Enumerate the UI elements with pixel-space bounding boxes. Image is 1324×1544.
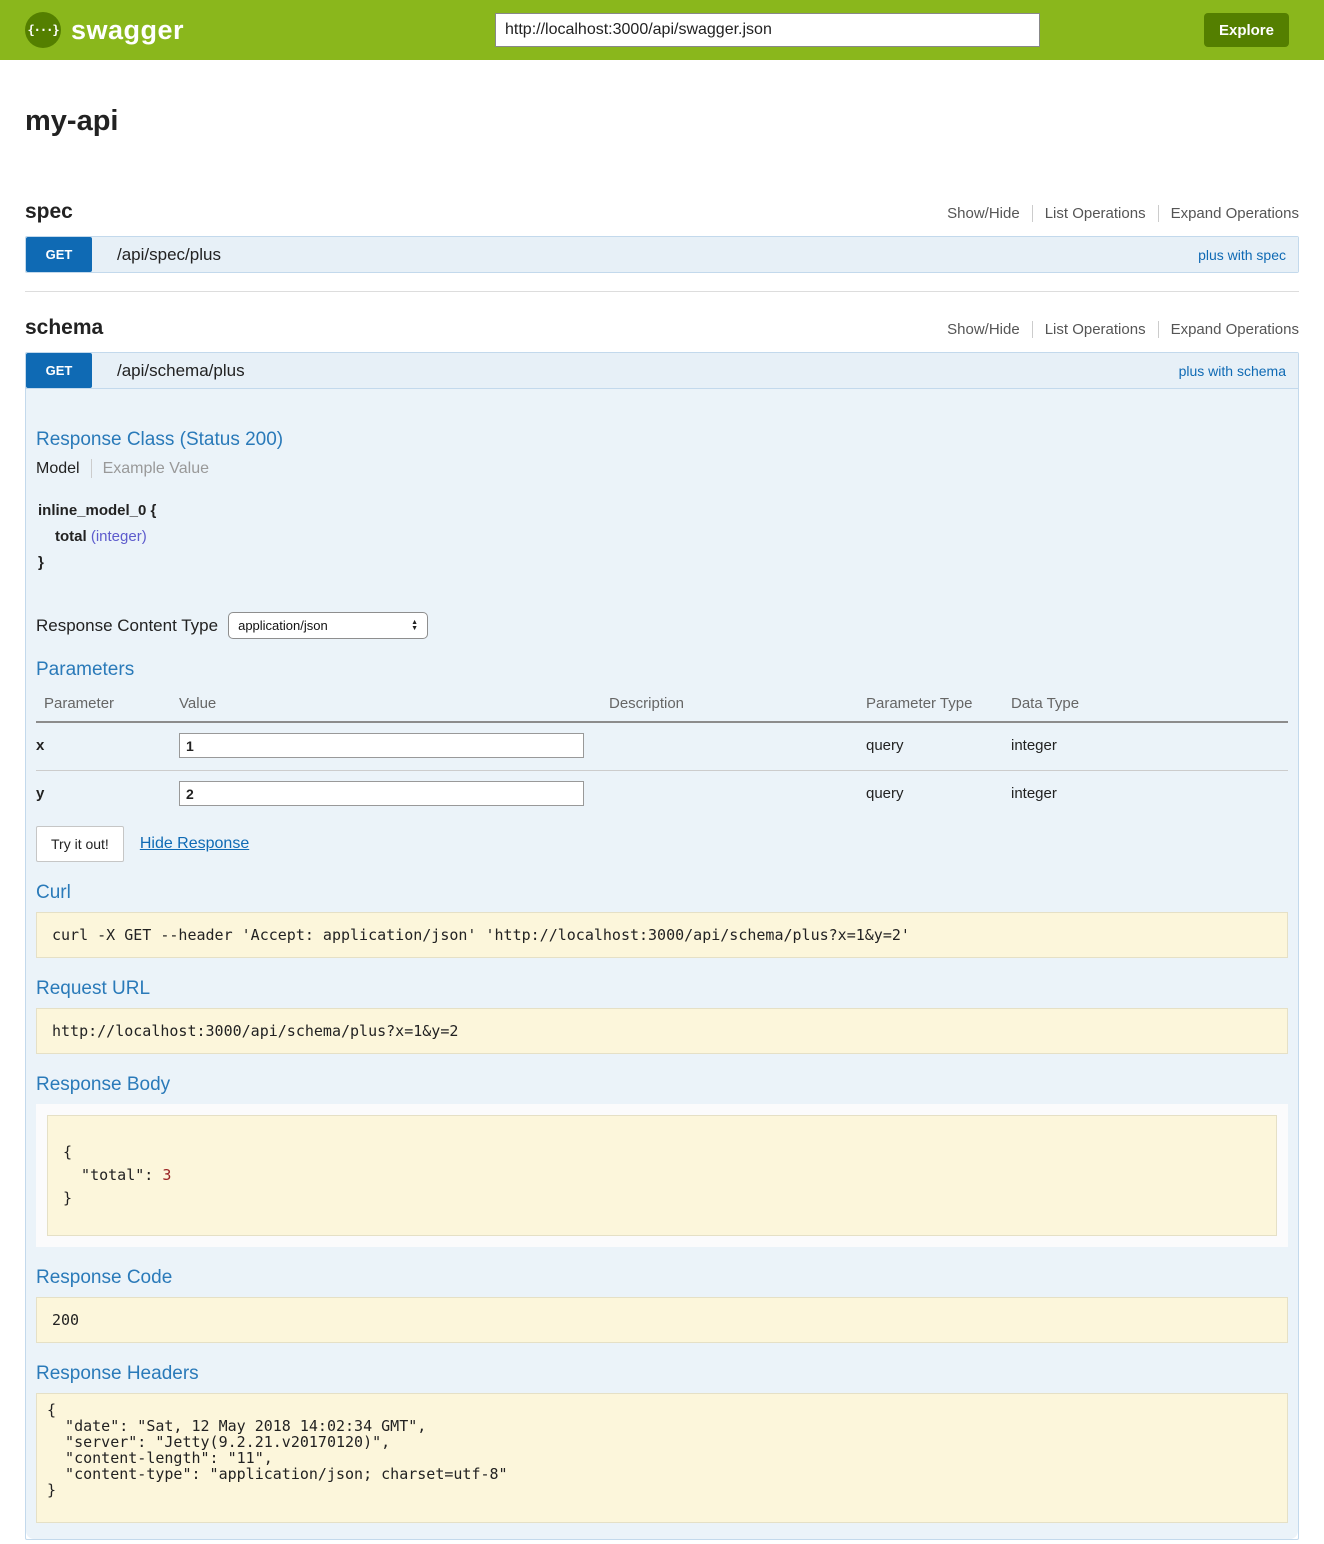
section-divider: [25, 291, 1299, 292]
spec-endpoint-path[interactable]: /api/spec/plus: [117, 245, 221, 265]
response-body-heading: Response Body: [36, 1074, 1288, 1096]
spec-endpoint: GET /api/spec/plus plus with spec: [25, 236, 1299, 273]
schema-get-method-badge[interactable]: GET: [26, 353, 92, 388]
swagger-logo-icon: {···}: [25, 12, 61, 48]
spec-section-header: spec Show/Hide List Operations Expand Op…: [25, 200, 1299, 224]
spec-section-title[interactable]: spec: [25, 200, 73, 224]
response-content-type-label: Response Content Type: [36, 616, 218, 636]
show-hide-link[interactable]: Show/Hide: [947, 205, 1032, 222]
expand-operations-link[interactable]: Expand Operations: [1158, 205, 1299, 222]
response-content-type-select[interactable]: application/json ▲ ▼: [228, 612, 428, 639]
col-description: Description: [609, 689, 866, 722]
param-data-type: integer: [1011, 771, 1288, 819]
col-value: Value: [179, 689, 609, 722]
response-content-type-value: application/json: [238, 618, 328, 633]
spec-get-method-badge[interactable]: GET: [26, 237, 92, 272]
param-description: [609, 771, 866, 819]
model-property: total (integer): [38, 524, 1288, 550]
list-operations-link[interactable]: List Operations: [1032, 321, 1158, 338]
parameters-table: Parameter Value Description Parameter Ty…: [36, 689, 1288, 818]
schema-endpoint-path[interactable]: /api/schema/plus: [117, 361, 245, 381]
schema-ops-controls: Show/Hide List Operations Expand Operati…: [947, 321, 1299, 338]
curl-heading: Curl: [36, 882, 1288, 904]
response-headers-heading: Response Headers: [36, 1363, 1288, 1385]
parameter-row-x: x query integer: [36, 722, 1288, 771]
response-content-type-row: Response Content Type application/json ▲…: [36, 612, 1288, 639]
try-it-out-button[interactable]: Try it out!: [36, 826, 124, 862]
schema-section-title[interactable]: schema: [25, 316, 103, 340]
param-y-value-input[interactable]: [179, 781, 584, 806]
top-bar: {···} swagger Explore: [0, 0, 1324, 60]
param-x-value-input[interactable]: [179, 733, 584, 758]
list-operations-link[interactable]: List Operations: [1032, 205, 1158, 222]
response-class-heading: Response Class (Status 200): [36, 429, 1288, 451]
model-tabs: Model Example Value: [36, 459, 1288, 478]
schema-endpoint-row[interactable]: GET /api/schema/plus plus with schema: [26, 353, 1298, 388]
show-hide-link[interactable]: Show/Hide: [947, 321, 1032, 338]
schema-endpoint: GET /api/schema/plus plus with schema Re…: [25, 352, 1299, 1540]
brand-name: swagger: [71, 15, 184, 46]
hide-response-link[interactable]: Hide Response: [140, 835, 249, 853]
tab-model[interactable]: Model: [36, 460, 91, 478]
spec-ops-controls: Show/Hide List Operations Expand Operati…: [947, 205, 1299, 222]
expand-operations-link[interactable]: Expand Operations: [1158, 321, 1299, 338]
parameters-header-row: Parameter Value Description Parameter Ty…: [36, 689, 1288, 722]
request-url-heading: Request URL: [36, 978, 1288, 1000]
model-property-name: total: [55, 528, 87, 545]
select-arrows-icon: ▲ ▼: [411, 620, 418, 632]
param-name: x: [36, 722, 179, 771]
response-body-json: { "total": 3 }: [47, 1115, 1277, 1236]
swagger-url-input[interactable]: [495, 13, 1040, 47]
param-type: query: [866, 771, 1011, 819]
param-type: query: [866, 722, 1011, 771]
spec-endpoint-summary[interactable]: plus with spec: [1198, 247, 1286, 263]
param-name: y: [36, 771, 179, 819]
model-open-line: inline_model_0 {: [38, 498, 1288, 524]
page-title: my-api: [25, 105, 1299, 138]
model-signature: inline_model_0 { total (integer) }: [38, 498, 1288, 576]
explore-button[interactable]: Explore: [1204, 13, 1289, 47]
curl-command: curl -X GET --header 'Accept: applicatio…: [36, 912, 1288, 958]
col-parameter: Parameter: [36, 689, 179, 722]
param-data-type: integer: [1011, 722, 1288, 771]
param-description: [609, 722, 866, 771]
col-parameter-type: Parameter Type: [866, 689, 1011, 722]
response-code-value: 200: [36, 1297, 1288, 1343]
swagger-brand-link[interactable]: {···} swagger: [25, 12, 184, 48]
actions-row: Try it out! Hide Response: [36, 826, 1288, 862]
schema-endpoint-summary[interactable]: plus with schema: [1179, 363, 1286, 379]
response-headers-json: { "date": "Sat, 12 May 2018 14:02:34 GMT…: [36, 1393, 1288, 1523]
model-close-line: }: [38, 550, 1288, 576]
tab-example-value[interactable]: Example Value: [92, 460, 209, 478]
parameters-heading: Parameters: [36, 659, 1288, 681]
parameter-row-y: y query integer: [36, 771, 1288, 819]
response-body-total-value: 3: [162, 1166, 171, 1184]
response-body-container: { "total": 3 }: [36, 1104, 1288, 1247]
model-property-type: (integer): [91, 528, 147, 545]
request-url-value: http://localhost:3000/api/schema/plus?x=…: [36, 1008, 1288, 1054]
col-data-type: Data Type: [1011, 689, 1288, 722]
spec-endpoint-row[interactable]: GET /api/spec/plus plus with spec: [26, 237, 1298, 272]
schema-endpoint-content: Response Class (Status 200) Model Exampl…: [26, 388, 1298, 1539]
response-code-heading: Response Code: [36, 1267, 1288, 1289]
schema-section-header: schema Show/Hide List Operations Expand …: [25, 316, 1299, 340]
